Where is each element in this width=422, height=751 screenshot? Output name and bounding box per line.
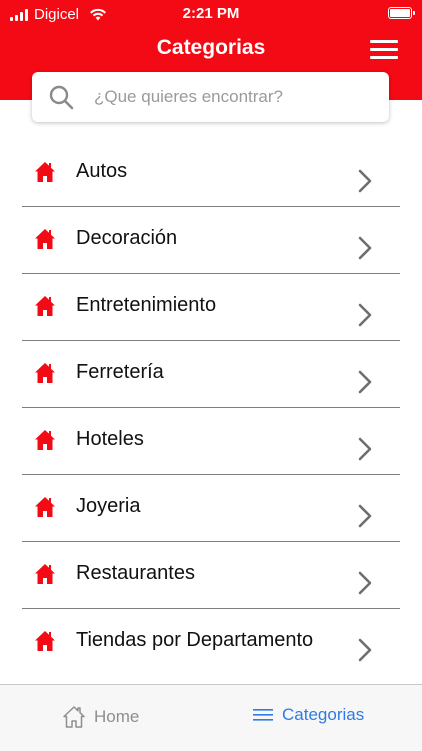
search-icon [49,85,74,110]
list-item-autos[interactable]: Autos [22,140,400,207]
list-item-decoracion[interactable]: Decoración [22,207,400,274]
list-item-label: Ferretería [76,361,164,383]
tab-bar: Home Categorias [0,684,422,751]
house-icon [35,296,55,316]
list-item-label: Entretenimiento [76,294,217,316]
list-item-label: Tiendas por Departamento [76,629,314,651]
home-outline-icon [63,706,85,728]
battery-icon [388,7,415,19]
house-icon [35,430,55,450]
list-item-restaurantes[interactable]: Restaurantes [22,542,400,609]
chevron-right-icon [358,169,372,193]
list-item-label: Joyeria [76,495,141,517]
search-input[interactable] [94,72,374,122]
house-icon [35,631,55,651]
chevron-right-icon [358,236,372,260]
list-item-tiendas-por-departamento[interactable]: Tiendas por Departamento [22,609,400,675]
list-lines-icon [253,709,273,721]
chevron-right-icon [358,303,372,327]
status-time: 2:21 PM [182,5,240,22]
list-item-label: Decoración [76,227,178,249]
tab-categorias-label: Categorias [282,705,365,724]
list-item-joyeria[interactable]: Joyeria [22,475,400,542]
house-icon [35,497,55,517]
house-icon [35,564,55,584]
list-item-entretenimiento[interactable]: Entretenimiento [22,274,400,341]
list-item-label: Autos [76,160,128,182]
chevron-right-icon [358,571,372,595]
status-bar: Digicel 2:21 PM [0,0,422,30]
hamburger-menu-icon[interactable] [370,40,398,60]
tab-home-label: Home [94,707,140,726]
list-item-label: Hoteles [76,428,144,450]
category-list: Autos Decoración Entretenimiento Ferrete… [22,140,400,675]
chevron-right-icon [358,504,372,528]
house-icon [35,229,55,249]
chevron-right-icon [358,437,372,461]
page-title: Categorias [156,36,266,59]
tab-categorias[interactable]: Categorias [252,705,364,725]
chevron-right-icon [358,638,372,662]
tab-home[interactable]: Home [62,705,139,729]
search-bar[interactable] [32,72,389,122]
list-item-hoteles[interactable]: Hoteles [22,408,400,475]
chevron-right-icon [358,370,372,394]
house-icon [35,162,55,182]
house-icon [35,363,55,383]
list-item-ferreteria[interactable]: Ferretería [22,341,400,408]
list-item-label: Restaurantes [76,562,195,584]
